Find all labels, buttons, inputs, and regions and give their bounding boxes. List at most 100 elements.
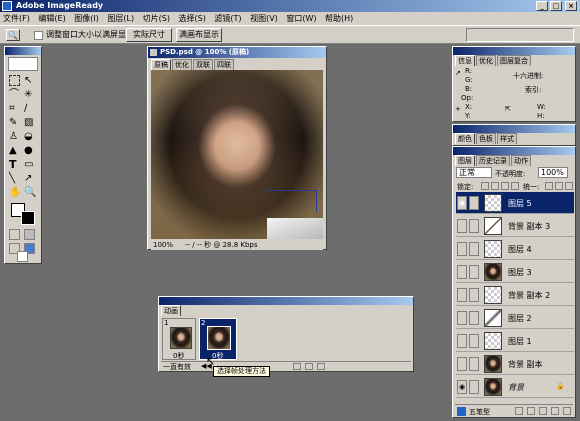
tween-button[interactable] — [293, 363, 301, 370]
menu-window[interactable]: 窗口(W) — [283, 12, 319, 25]
tab-swatches[interactable]: 色板 — [476, 133, 496, 144]
eye-icon[interactable] — [457, 311, 467, 325]
loop-select[interactable]: 一直有效 — [163, 362, 191, 372]
eyedropper-tool-icon[interactable]: ↗ — [24, 173, 35, 184]
new-layer-button[interactable] — [551, 407, 559, 415]
tab-4up[interactable]: 四联 — [214, 59, 234, 70]
link-icon[interactable] — [469, 242, 479, 256]
tab-layers[interactable]: 图层 — [455, 155, 475, 166]
lasso-tool-icon[interactable]: ⌒ — [9, 89, 20, 100]
layer-row[interactable]: ◉ 图层 5 — [456, 192, 574, 214]
background-color-swatch[interactable] — [21, 211, 35, 225]
actual-size-button[interactable]: 实际尺寸 — [126, 28, 172, 42]
menu-view[interactable]: 视图(V) — [247, 12, 281, 25]
layer-style-button[interactable] — [515, 407, 523, 415]
zoom-level[interactable]: 100% — [153, 240, 173, 250]
maximize-button[interactable]: □ — [550, 1, 562, 11]
tab-2up[interactable]: 双联 — [193, 59, 213, 70]
layer-row[interactable]: 背景 副本 2 — [456, 284, 574, 306]
eye-icon[interactable]: ◉ — [457, 380, 467, 394]
dodge-tool-icon[interactable]: ● — [24, 145, 35, 156]
layer-row[interactable]: 图层 4 — [456, 238, 574, 260]
fit-screen-button[interactable]: 满画布显示 — [176, 28, 222, 42]
document-canvas[interactable] — [151, 70, 323, 239]
tab-original[interactable]: 原稿 — [151, 59, 171, 70]
delete-frame-button[interactable] — [317, 363, 325, 370]
link-icon[interactable] — [469, 288, 479, 302]
tab-optimize[interactable]: 优化 — [476, 55, 496, 66]
eye-icon[interactable] — [457, 219, 467, 233]
tab-history[interactable]: 历史记录 — [476, 155, 510, 166]
minimize-button[interactable]: _ — [536, 1, 548, 11]
new-set-button[interactable] — [539, 407, 547, 415]
stamp-tool-icon[interactable]: ♙ — [9, 131, 20, 142]
menu-image[interactable]: 图像(I) — [71, 12, 102, 25]
type-tool-icon[interactable]: T — [9, 159, 20, 170]
quickmask-mode-icon[interactable] — [24, 229, 35, 240]
link-icon[interactable] — [469, 334, 479, 348]
download-status[interactable]: -- / -- 秒 @ 28.8 Kbps — [185, 240, 258, 250]
tab-info[interactable]: 信息 — [455, 55, 475, 66]
marquee-tool-icon[interactable] — [9, 75, 20, 86]
menu-slices[interactable]: 切片(S) — [140, 12, 173, 25]
link-icon[interactable] — [469, 311, 479, 325]
lock-pixels-icon[interactable] — [491, 182, 499, 190]
slice-tool-icon[interactable]: ∕ — [24, 103, 35, 114]
eye-icon[interactable] — [457, 334, 467, 348]
menu-edit[interactable]: 编辑(E) — [35, 12, 68, 25]
unify-visibility-icon[interactable] — [555, 182, 563, 190]
duplicate-frame-button[interactable] — [305, 363, 313, 370]
layer-row[interactable]: 图层 3 — [456, 261, 574, 283]
menu-filter[interactable]: 滤镜(T) — [211, 12, 244, 25]
move-tool-icon[interactable]: ↖ — [24, 75, 35, 86]
resize-window-checkbox[interactable] — [34, 31, 43, 40]
delete-layer-button[interactable] — [563, 407, 571, 415]
jump-to-photoshop-icon[interactable] — [17, 251, 28, 262]
eye-icon[interactable] — [457, 242, 467, 256]
eye-icon[interactable] — [457, 265, 467, 279]
opacity-input[interactable]: 100% — [538, 167, 568, 178]
lock-all-icon[interactable] — [511, 182, 519, 190]
unify-style-icon[interactable] — [565, 182, 573, 190]
tab-color[interactable]: 颜色 — [455, 133, 475, 144]
tab-actions[interactable]: 动作 — [511, 155, 531, 166]
eye-icon[interactable] — [457, 288, 467, 302]
link-icon[interactable] — [469, 196, 479, 210]
animation-frame[interactable]: 1 0秒 — [162, 318, 196, 360]
lock-transparency-icon[interactable] — [481, 182, 489, 190]
layer-row[interactable]: 图层 2 — [456, 307, 574, 329]
standard-mode-icon[interactable] — [9, 229, 20, 240]
blend-mode-select[interactable]: 正常 — [456, 167, 492, 178]
menu-file[interactable]: 文件(F) — [0, 12, 33, 25]
zoom-tool-icon[interactable]: 🔍 — [6, 29, 20, 41]
tab-layer-comps[interactable]: 图层复合 — [497, 55, 531, 66]
link-icon[interactable] — [469, 265, 479, 279]
tab-styles[interactable]: 样式 — [497, 133, 517, 144]
brush-tool-icon[interactable]: ✎ — [9, 117, 20, 128]
menu-layer[interactable]: 图层(L) — [104, 12, 137, 25]
tab-animation[interactable]: 动画 — [161, 305, 181, 316]
layer-row[interactable]: ◉ 背景 🔒 — [456, 376, 574, 398]
zoom-tool-small-icon[interactable]: 🔍 — [24, 187, 36, 198]
layer-row[interactable]: 图层 1 — [456, 330, 574, 352]
close-button[interactable]: × — [565, 1, 577, 11]
eraser-tool-icon[interactable]: ▧ — [24, 117, 35, 128]
hand-tool-icon[interactable]: ✋ — [9, 187, 21, 198]
magic-wand-tool-icon[interactable]: ✳ — [24, 89, 35, 100]
link-icon[interactable] — [469, 380, 479, 394]
layer-row[interactable]: 背景 副本 3 — [456, 215, 574, 237]
eye-icon[interactable]: ◉ — [457, 196, 467, 210]
line-tool-icon[interactable]: ╲ — [9, 173, 20, 184]
layer-mask-button[interactable] — [527, 407, 535, 415]
menu-select[interactable]: 选择(S) — [176, 12, 209, 25]
layer-row[interactable]: 背景 副本 — [456, 353, 574, 375]
link-icon[interactable] — [469, 357, 479, 371]
unify-position-icon[interactable] — [545, 182, 553, 190]
link-icon[interactable] — [469, 219, 479, 233]
crop-tool-icon[interactable]: ⌗ — [9, 103, 20, 114]
frame-delay[interactable]: 0秒 — [173, 351, 184, 361]
eye-icon[interactable] — [457, 357, 467, 371]
menu-help[interactable]: 帮助(H) — [322, 12, 356, 25]
blur-tool-icon[interactable]: ▲ — [9, 145, 20, 156]
lock-position-icon[interactable] — [501, 182, 509, 190]
